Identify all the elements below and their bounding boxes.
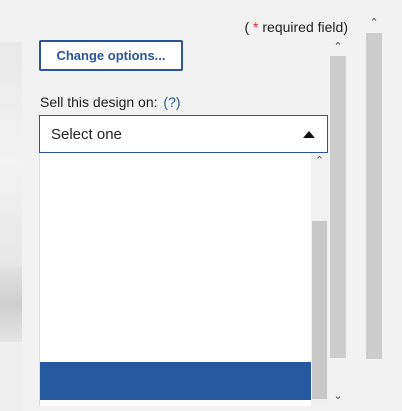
product-preview-lower (0, 342, 22, 411)
chevron-up-icon[interactable]: ⌃ (367, 16, 381, 30)
change-options-button[interactable]: Change options... (39, 40, 183, 71)
required-open: ( (244, 19, 254, 35)
required-text: required field) (258, 19, 348, 35)
page-scrollbar[interactable]: ⌃ (365, 16, 383, 411)
options-scroll-thumb[interactable] (312, 221, 327, 399)
required-field-note: ( * required field) (244, 19, 348, 35)
help-link[interactable]: (?) (163, 94, 180, 110)
chevron-down-icon[interactable]: ⌄ (331, 389, 345, 403)
sell-design-text: Sell this design on: (40, 94, 162, 110)
panel-scroll-thumb[interactable] (330, 56, 346, 358)
page-scroll-thumb[interactable] (366, 33, 382, 359)
chevron-up-icon[interactable]: ⌃ (331, 40, 345, 54)
caret-up-icon (303, 131, 315, 138)
highlighted-option[interactable] (40, 362, 312, 400)
change-options-label: Change options... (56, 48, 166, 63)
product-preview-shadow (0, 267, 22, 342)
panel-scrollbar[interactable]: ⌃ ⌄ (329, 40, 347, 411)
sell-on-select[interactable]: Select one (39, 115, 328, 153)
options-scrollbar[interactable]: ⌃ (311, 153, 328, 406)
product-preview-image (0, 42, 22, 342)
select-value: Select one (51, 126, 122, 143)
chevron-up-icon[interactable]: ⌃ (311, 154, 328, 168)
select-options-list[interactable]: ⌃ (39, 153, 328, 406)
sell-design-label: Sell this design on: (?) (40, 94, 181, 110)
